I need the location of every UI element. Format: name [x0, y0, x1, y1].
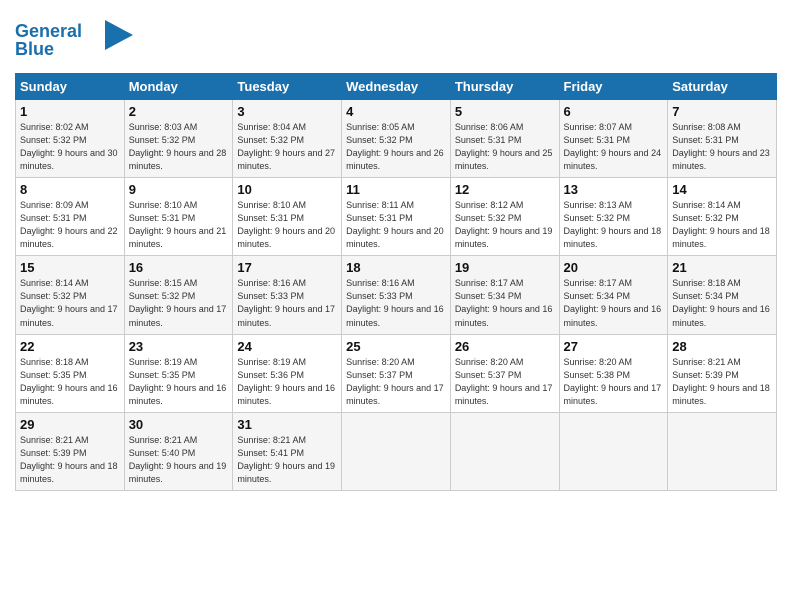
col-header-thursday: Thursday — [450, 74, 559, 100]
calendar-empty-cell — [342, 412, 451, 490]
calendar-day-6: 6Sunrise: 8:07 AMSunset: 5:31 PMDaylight… — [559, 100, 668, 178]
calendar-day-24: 24Sunrise: 8:19 AMSunset: 5:36 PMDayligh… — [233, 334, 342, 412]
calendar-empty-cell — [450, 412, 559, 490]
calendar-week-2: 15Sunrise: 8:14 AMSunset: 5:32 PMDayligh… — [16, 256, 777, 334]
calendar-day-5: 5Sunrise: 8:06 AMSunset: 5:31 PMDaylight… — [450, 100, 559, 178]
calendar-day-3: 3Sunrise: 8:04 AMSunset: 5:32 PMDaylight… — [233, 100, 342, 178]
calendar-day-4: 4Sunrise: 8:05 AMSunset: 5:32 PMDaylight… — [342, 100, 451, 178]
calendar-day-2: 2Sunrise: 8:03 AMSunset: 5:32 PMDaylight… — [124, 100, 233, 178]
calendar-day-26: 26Sunrise: 8:20 AMSunset: 5:37 PMDayligh… — [450, 334, 559, 412]
calendar-header-row: SundayMondayTuesdayWednesdayThursdayFrid… — [16, 74, 777, 100]
calendar-day-31: 31Sunrise: 8:21 AMSunset: 5:41 PMDayligh… — [233, 412, 342, 490]
col-header-wednesday: Wednesday — [342, 74, 451, 100]
logo: General Blue — [15, 15, 135, 65]
col-header-monday: Monday — [124, 74, 233, 100]
col-header-sunday: Sunday — [16, 74, 125, 100]
col-header-friday: Friday — [559, 74, 668, 100]
calendar-day-9: 9Sunrise: 8:10 AMSunset: 5:31 PMDaylight… — [124, 178, 233, 256]
calendar-day-17: 17Sunrise: 8:16 AMSunset: 5:33 PMDayligh… — [233, 256, 342, 334]
calendar-day-14: 14Sunrise: 8:14 AMSunset: 5:32 PMDayligh… — [668, 178, 777, 256]
header: General Blue — [15, 15, 777, 65]
calendar-body: 1Sunrise: 8:02 AMSunset: 5:32 PMDaylight… — [16, 100, 777, 491]
calendar-day-25: 25Sunrise: 8:20 AMSunset: 5:37 PMDayligh… — [342, 334, 451, 412]
svg-text:Blue: Blue — [15, 39, 54, 59]
calendar-week-1: 8Sunrise: 8:09 AMSunset: 5:31 PMDaylight… — [16, 178, 777, 256]
calendar-day-16: 16Sunrise: 8:15 AMSunset: 5:32 PMDayligh… — [124, 256, 233, 334]
calendar-day-29: 29Sunrise: 8:21 AMSunset: 5:39 PMDayligh… — [16, 412, 125, 490]
col-header-tuesday: Tuesday — [233, 74, 342, 100]
main-container: General Blue SundayMondayTuesdayWednesda… — [0, 0, 792, 501]
calendar-week-0: 1Sunrise: 8:02 AMSunset: 5:32 PMDaylight… — [16, 100, 777, 178]
calendar-day-28: 28Sunrise: 8:21 AMSunset: 5:39 PMDayligh… — [668, 334, 777, 412]
calendar-day-8: 8Sunrise: 8:09 AMSunset: 5:31 PMDaylight… — [16, 178, 125, 256]
calendar-day-19: 19Sunrise: 8:17 AMSunset: 5:34 PMDayligh… — [450, 256, 559, 334]
calendar-empty-cell — [668, 412, 777, 490]
calendar-table: SundayMondayTuesdayWednesdayThursdayFrid… — [15, 73, 777, 491]
calendar-day-27: 27Sunrise: 8:20 AMSunset: 5:38 PMDayligh… — [559, 334, 668, 412]
calendar-day-13: 13Sunrise: 8:13 AMSunset: 5:32 PMDayligh… — [559, 178, 668, 256]
calendar-day-30: 30Sunrise: 8:21 AMSunset: 5:40 PMDayligh… — [124, 412, 233, 490]
calendar-day-12: 12Sunrise: 8:12 AMSunset: 5:32 PMDayligh… — [450, 178, 559, 256]
calendar-day-18: 18Sunrise: 8:16 AMSunset: 5:33 PMDayligh… — [342, 256, 451, 334]
calendar-day-10: 10Sunrise: 8:10 AMSunset: 5:31 PMDayligh… — [233, 178, 342, 256]
calendar-day-21: 21Sunrise: 8:18 AMSunset: 5:34 PMDayligh… — [668, 256, 777, 334]
calendar-week-4: 29Sunrise: 8:21 AMSunset: 5:39 PMDayligh… — [16, 412, 777, 490]
col-header-saturday: Saturday — [668, 74, 777, 100]
calendar-day-1: 1Sunrise: 8:02 AMSunset: 5:32 PMDaylight… — [16, 100, 125, 178]
calendar-day-23: 23Sunrise: 8:19 AMSunset: 5:35 PMDayligh… — [124, 334, 233, 412]
calendar-day-11: 11Sunrise: 8:11 AMSunset: 5:31 PMDayligh… — [342, 178, 451, 256]
logo-svg: General Blue — [15, 15, 135, 60]
calendar-week-3: 22Sunrise: 8:18 AMSunset: 5:35 PMDayligh… — [16, 334, 777, 412]
calendar-day-22: 22Sunrise: 8:18 AMSunset: 5:35 PMDayligh… — [16, 334, 125, 412]
calendar-day-15: 15Sunrise: 8:14 AMSunset: 5:32 PMDayligh… — [16, 256, 125, 334]
calendar-day-7: 7Sunrise: 8:08 AMSunset: 5:31 PMDaylight… — [668, 100, 777, 178]
calendar-empty-cell — [559, 412, 668, 490]
calendar-day-20: 20Sunrise: 8:17 AMSunset: 5:34 PMDayligh… — [559, 256, 668, 334]
svg-text:General: General — [15, 21, 82, 41]
